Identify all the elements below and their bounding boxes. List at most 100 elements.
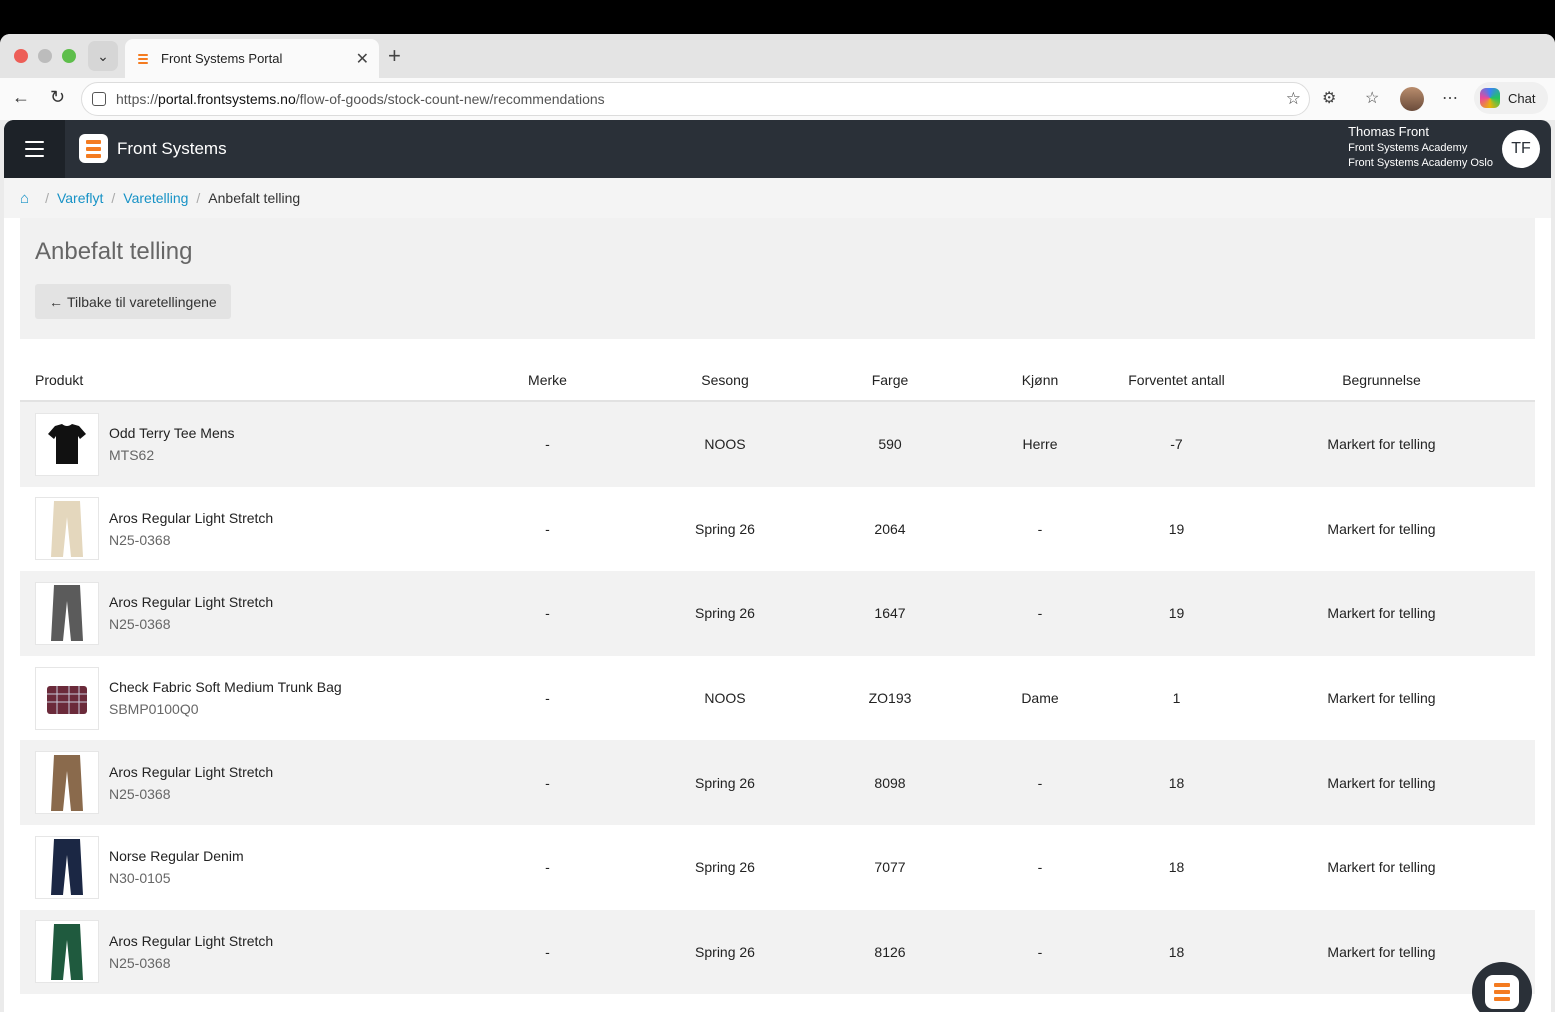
column-header-farge[interactable]: Farge (815, 372, 965, 388)
begrunnelse-cell: Markert for telling (1327, 520, 1436, 537)
sesong-cell: Spring 26 (695, 520, 755, 537)
arrow-left-icon: ← (49, 293, 63, 310)
front-systems-chat-icon (1485, 975, 1519, 1009)
back-arrow-icon[interactable]: ← (12, 87, 30, 108)
product-image[interactable] (35, 412, 99, 476)
tab-title: Front Systems Portal (161, 51, 283, 66)
begrunnelse-cell: Markert for telling (1327, 774, 1436, 791)
farge-cell: 590 (878, 436, 902, 453)
kjonn-cell: Herre (1022, 436, 1058, 453)
copilot-icon (1480, 88, 1500, 108)
merke-cell: - (545, 859, 550, 876)
more-menu-icon[interactable]: ⋯ (1442, 88, 1458, 108)
user-store: Front Systems Academy Oslo (1348, 157, 1493, 169)
product-code: SBMP0100Q0 (109, 701, 199, 718)
back-to-stock-counts-button[interactable]: ← Tilbake til varetellingene (35, 284, 231, 319)
new-tab-plus-icon[interactable]: + (388, 43, 401, 69)
reload-icon[interactable]: ↻ (50, 87, 65, 108)
table-row[interactable]: Norse Regular Denim N30-0105 - Spring 26 707… (20, 825, 1535, 910)
product-cell: Aros Regular Light Stretch N25-0368 (20, 497, 460, 561)
begrunnelse-cell: Markert for telling (1327, 605, 1436, 622)
front-systems-favicon-icon (135, 51, 151, 67)
product-image[interactable] (35, 920, 99, 984)
product-code: N25-0368 (109, 531, 171, 548)
product-image[interactable] (35, 497, 99, 561)
product-code: MTS62 (109, 447, 155, 464)
product-name: Norse Regular Denim (109, 848, 244, 865)
maximize-window-button[interactable] (62, 49, 76, 63)
forventet-antall-cell: -7 (1170, 436, 1183, 453)
address-toolbar: ← ↻ https://portal.frontsystems.no/flow-… (0, 78, 1555, 120)
column-header-produkt[interactable]: Produkt (20, 372, 460, 388)
minimize-window-button[interactable] (38, 49, 52, 63)
product-name: Aros Regular Light Stretch (109, 509, 274, 526)
favorite-star-icon[interactable]: ☆ (1286, 89, 1301, 109)
tab-strip: ⌄ Front Systems Portal ✕ + (0, 34, 1555, 78)
product-name: Odd Terry Tee Mens (109, 425, 235, 442)
main-content: Anbefalt telling ← Tilbake til varetelli… (20, 218, 1535, 995)
chat-button[interactable]: Chat (1474, 82, 1548, 114)
forventet-antall-cell: 18 (1168, 859, 1185, 876)
forventet-antall-cell: 1 (1172, 690, 1181, 707)
forventet-antall-cell: 19 (1168, 520, 1185, 537)
kjonn-cell: - (1037, 520, 1043, 537)
breadcrumb-varetelling[interactable]: Varetelling (123, 190, 188, 206)
merke-cell: - (545, 774, 550, 791)
product-image[interactable] (35, 835, 99, 899)
site-info-icon[interactable] (92, 92, 106, 106)
table-row[interactable]: Aros Regular Light Stretch N25-0368 - Sprin… (20, 909, 1535, 995)
front-systems-logo-icon (79, 134, 108, 163)
farge-cell: 8126 (874, 943, 906, 960)
column-header-begrunnelse[interactable]: Begrunnelse (1238, 372, 1525, 388)
product-info: Aros Regular Light Stretch N25-0368 (109, 510, 273, 548)
brand[interactable]: Front Systems (79, 134, 227, 163)
column-header-kjonn[interactable]: Kjønn (965, 372, 1115, 388)
product-info: Norse Regular Denim N30-0105 (109, 848, 244, 886)
product-image[interactable] (35, 581, 99, 645)
breadcrumb-separator: / (111, 190, 116, 206)
close-window-button[interactable] (14, 49, 28, 63)
table-row[interactable]: Odd Terry Tee Mens MTS62 - NOOS 590 Herre -7 Ma… (20, 402, 1535, 487)
user-organization: Front Systems Academy (1348, 142, 1468, 154)
table-row[interactable]: Check Fabric Soft Medium Trunk Bag SBMP01… (20, 656, 1535, 741)
url-text: https://portal.frontsystems.no/flow-of-g… (116, 91, 605, 107)
table-row[interactable]: Aros Regular Light Stretch N25-0368 - Sprin… (20, 571, 1535, 656)
product-info: Aros Regular Light Stretch N25-0368 (109, 764, 273, 802)
farge-cell: 7077 (874, 859, 906, 876)
merke-cell: - (545, 690, 550, 707)
table-row[interactable]: Aros Regular Light Stretch N25-0368 - Sprin… (20, 740, 1535, 825)
table-row[interactable]: Aros Regular Light Stretch N25-0368 - Sprin… (20, 487, 1535, 572)
profile-avatar[interactable] (1400, 87, 1424, 111)
product-image[interactable] (35, 751, 99, 815)
browser-window: ⌄ Front Systems Portal ✕ + ← ↻ https://p… (0, 34, 1555, 1012)
product-name: Aros Regular Light Stretch (109, 932, 274, 949)
browser-tab[interactable]: Front Systems Portal ✕ (125, 39, 379, 78)
merke-cell: - (545, 605, 550, 622)
product-image[interactable] (35, 666, 99, 730)
recommendations-table: Produkt Merke Sesong Farge Kjønn Forvent… (20, 359, 1535, 995)
farge-cell: 2064 (874, 520, 906, 537)
app: Front Systems Thomas Front Front Systems… (4, 120, 1551, 1012)
product-info: Aros Regular Light Stretch N25-0368 (109, 594, 273, 632)
forventet-antall-cell: 18 (1168, 774, 1185, 791)
product-name: Aros Regular Light Stretch (109, 594, 274, 611)
product-code: N30-0105 (109, 870, 171, 887)
hamburger-menu-icon[interactable] (4, 120, 65, 178)
breadcrumb-vareflyt[interactable]: Vareflyt (57, 190, 103, 206)
farge-cell: 8098 (874, 774, 906, 791)
user-avatar[interactable]: TF (1502, 130, 1540, 168)
home-icon[interactable]: ⌂ (20, 190, 29, 207)
extensions-icon[interactable]: ⚙ (1322, 88, 1336, 108)
forventet-antall-cell: 19 (1168, 605, 1185, 622)
kjonn-cell: Dame (1021, 690, 1059, 707)
tab-list-chevron-icon[interactable]: ⌄ (88, 41, 118, 71)
address-bar[interactable]: https://portal.frontsystems.no/flow-of-g… (81, 82, 1310, 116)
column-header-forventet-antall[interactable]: Forventet antall (1115, 372, 1238, 388)
table-header: Produkt Merke Sesong Farge Kjønn Forvent… (20, 359, 1535, 402)
favorites-icon[interactable]: ☆ (1365, 88, 1379, 108)
close-tab-icon[interactable]: ✕ (356, 49, 369, 69)
column-header-sesong[interactable]: Sesong (635, 372, 815, 388)
sesong-cell: NOOS (704, 436, 746, 453)
merke-cell: - (545, 943, 550, 960)
column-header-merke[interactable]: Merke (460, 372, 635, 388)
